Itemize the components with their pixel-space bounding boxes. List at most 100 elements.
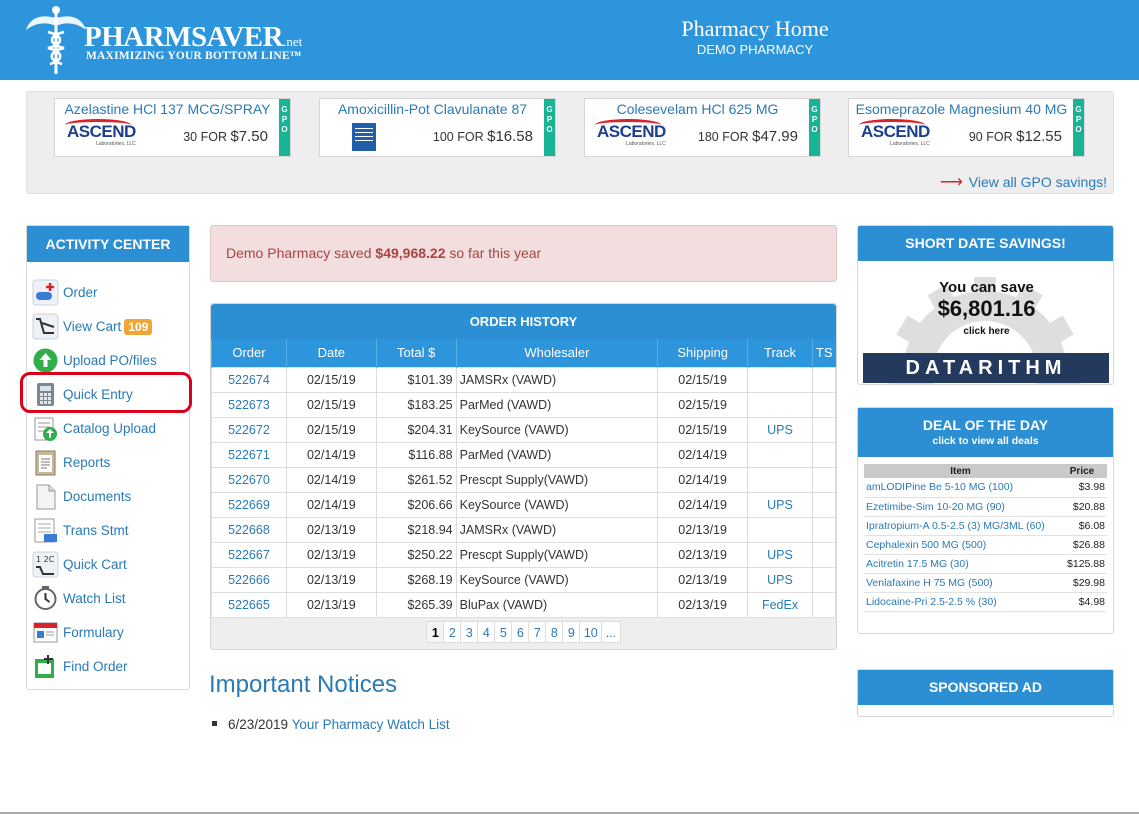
nav-upload-po[interactable]: Upload PO/files xyxy=(32,347,187,375)
deal-row: amLODIPine Be 5-10 MG (100) $3.98 xyxy=(864,478,1107,498)
cell-shipping: 02/15/19 xyxy=(657,366,749,393)
short-date-savings-panel[interactable]: SHORT DATE SAVINGS! You can save $6,801.… xyxy=(857,225,1114,385)
order-link[interactable]: 522670 xyxy=(228,473,270,487)
cell-shipping: 02/15/19 xyxy=(657,416,749,443)
click-here-link[interactable]: click here xyxy=(858,326,1113,337)
column-header: Order xyxy=(211,339,287,367)
deal-title: DEAL OF THE DAY xyxy=(922,417,1049,433)
nav-order[interactable]: Order xyxy=(32,279,187,307)
cell-track xyxy=(747,366,813,393)
deal-subtitle: click to view all deals xyxy=(932,435,1039,447)
page-link[interactable]: 10 xyxy=(578,621,603,643)
deal-item-link[interactable]: Ezetimibe-Sim 10-20 MG (90) xyxy=(866,501,1005,513)
tracking-link[interactable]: UPS xyxy=(767,498,793,512)
cell-track xyxy=(747,441,813,468)
pagination: 1 2 3 4 5 6 7 8 9 10... xyxy=(211,621,836,643)
cell-order: 522667 xyxy=(211,541,287,568)
order-link[interactable]: 522666 xyxy=(228,573,270,587)
deal-item-link[interactable]: Ipratropium-A 0.5-2.5 (3) MG/3ML (60) xyxy=(866,520,1045,532)
deal-item-link[interactable]: Lidocaine-Pri 2.5-2.5 % (30) xyxy=(866,596,997,608)
gpo-price: 100 FOR $16.58 xyxy=(432,128,533,145)
column-header: Date xyxy=(285,339,377,367)
notice-link[interactable]: Your Pharmacy Watch List xyxy=(292,717,450,732)
gpo-card[interactable]: Azelastine HCl 137 MCG/SPRAY ASCEND Labor… xyxy=(54,98,291,157)
order-link[interactable]: 522671 xyxy=(228,448,270,462)
pharmsaver-logo[interactable]: PHARMSAVER.net MAXIMIZING YOUR BOTTOM LI… xyxy=(24,4,314,76)
gpo-card[interactable]: Colesevelam HCl 625 MG ASCEND Laboratorie… xyxy=(584,98,821,157)
find-order-icon xyxy=(35,655,54,678)
order-icon xyxy=(32,279,59,306)
cell-order: 522672 xyxy=(211,416,287,443)
deal-row: Cephalexin 500 MG (500) $26.88 xyxy=(864,535,1107,555)
gpo-product-name: Esomeprazole Magnesium 40 MG xyxy=(855,101,1068,117)
reports-icon xyxy=(35,450,56,476)
cell-shipping: 02/15/19 xyxy=(657,391,749,418)
cell-wholesaler: ParMed (VAWD) xyxy=(455,441,659,468)
cell-total: $268.19 xyxy=(375,566,457,593)
deal-price: $20.88 xyxy=(1057,497,1107,517)
order-link[interactable]: 522674 xyxy=(228,373,270,387)
cell-shipping: 02/14/19 xyxy=(657,491,749,518)
tracking-link[interactable]: FedEx xyxy=(762,598,798,612)
nav-watch-list[interactable]: Watch List xyxy=(32,585,187,613)
tracking-link[interactable]: UPS xyxy=(767,573,793,587)
nav-find-order[interactable]: Find Order xyxy=(32,653,187,681)
savings-alert: Demo Pharmacy saved $49,968.22 so far th… xyxy=(210,225,837,282)
cell-date: 02/15/19 xyxy=(285,391,377,418)
gpo-strip: GPO xyxy=(544,99,555,156)
order-link[interactable]: 522667 xyxy=(228,548,270,562)
nav-documents[interactable]: Documents xyxy=(32,483,187,511)
gpo-strip: GPO xyxy=(809,99,820,156)
cell-total: $206.66 xyxy=(375,491,457,518)
view-all-gpo-link[interactable]: ⟶ View all GPO savings! xyxy=(940,172,1107,192)
svg-text:1 2C: 1 2C xyxy=(36,555,55,564)
deal-row: Acitretin 17.5 MG (30) $125.88 xyxy=(864,554,1107,574)
nav-quick-cart[interactable]: 1 2C Quick Cart xyxy=(32,551,187,579)
order-link[interactable]: 522669 xyxy=(228,498,270,512)
nav-trans-stmt[interactable]: Trans Stmt xyxy=(32,517,187,545)
deal-item-link[interactable]: Venlafaxine H 75 MG (500) xyxy=(866,577,993,589)
cell-wholesaler: KeySource (VAWD) xyxy=(455,416,659,443)
gpo-product-name: Colesevelam HCl 625 MG xyxy=(616,101,779,117)
tracking-link[interactable]: UPS xyxy=(767,423,793,437)
cell-ts xyxy=(811,366,837,393)
order-link[interactable]: 522665 xyxy=(228,598,270,612)
nav-view-cart[interactable]: View Cart 109 xyxy=(32,313,187,341)
deal-price: $6.08 xyxy=(1057,516,1107,536)
deal-item-link[interactable]: amLODIPine Be 5-10 MG (100) xyxy=(866,481,1013,493)
deal-item-link[interactable]: Acitretin 17.5 MG (30) xyxy=(866,558,969,570)
page-link[interactable]: ... xyxy=(600,621,622,643)
page-title: Pharmacy Home xyxy=(681,16,829,41)
nav-formulary[interactable]: Formulary xyxy=(32,619,187,647)
cart-icon xyxy=(32,313,59,340)
column-header: Wholesaler xyxy=(455,339,658,367)
tracking-link[interactable]: UPS xyxy=(767,548,793,562)
column-header: Track xyxy=(747,339,813,367)
cell-total: $204.31 xyxy=(375,416,457,443)
order-link[interactable]: 522672 xyxy=(228,423,270,437)
order-link[interactable]: 522673 xyxy=(228,398,270,412)
short-date-amount: $6,801.16 xyxy=(937,296,1036,321)
cell-wholesaler: KeySource (VAWD) xyxy=(455,491,659,518)
gpo-price: 90 FOR $12.55 xyxy=(968,128,1062,145)
gpo-strip: GPO xyxy=(1073,99,1084,156)
gpo-product-name: Azelastine HCl 137 MCG/SPRAY xyxy=(64,101,271,117)
nav-reports[interactable]: Reports xyxy=(32,449,187,477)
caduceus-icon xyxy=(26,6,86,74)
sponsored-ad-title: SPONSORED AD xyxy=(858,670,1113,705)
table-row: 522670 02/14/19 $261.52 Prescpt Supply(VAWD… xyxy=(211,466,837,493)
cell-track xyxy=(747,466,813,493)
deal-header[interactable]: DEAL OF THE DAY click to view all deals xyxy=(858,408,1113,457)
order-link[interactable]: 522668 xyxy=(228,523,270,537)
column-header: TS xyxy=(811,339,836,367)
nav-catalog-upload[interactable]: Catalog Upload xyxy=(32,415,187,443)
gpo-card[interactable]: Esomeprazole Magnesium 40 MG ASCEND Labor… xyxy=(848,98,1085,157)
cell-wholesaler: Prescpt Supply(VAWD) xyxy=(455,541,659,568)
deal-item-link[interactable]: Cephalexin 500 MG (500) xyxy=(866,539,986,551)
gpo-card[interactable]: Amoxicillin-Pot Clavulanate 87 100 FOR $… xyxy=(319,98,556,157)
cell-shipping: 02/13/19 xyxy=(657,541,749,568)
cell-total: $261.52 xyxy=(375,466,457,493)
cell-ts xyxy=(811,516,837,543)
cell-ts xyxy=(811,416,837,443)
cell-wholesaler: JAMSRx (VAWD) xyxy=(455,516,659,543)
